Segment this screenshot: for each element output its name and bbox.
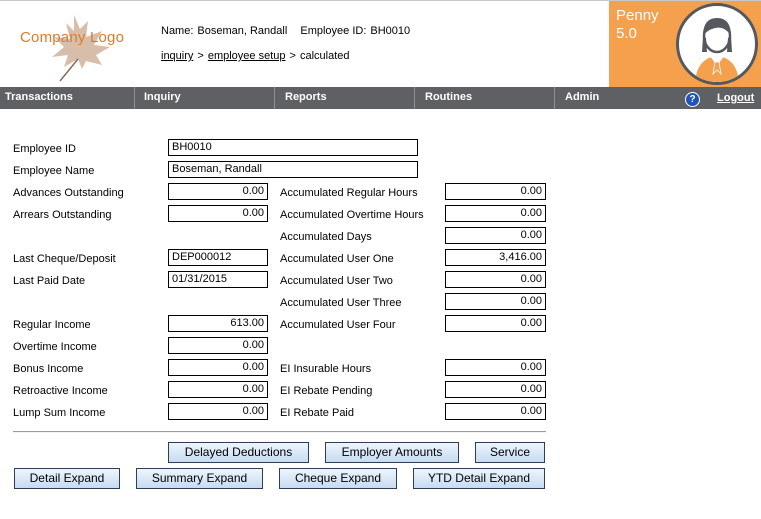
last-cheque-field[interactable]: DEP000012 <box>168 249 268 266</box>
bonus-income-label: Bonus Income <box>13 363 84 375</box>
retroactive-income-label: Retroactive Income <box>13 385 108 397</box>
logout-link[interactable]: Logout <box>717 87 754 109</box>
overtime-income-label: Overtime Income <box>13 341 97 353</box>
employee-id-label: Employee ID: <box>300 25 367 37</box>
name-label: Name: <box>161 25 194 37</box>
arrears-outstanding-field[interactable]: 0.00 <box>168 205 268 222</box>
acc-user-three-field[interactable]: 0.00 <box>445 293 546 310</box>
acc-user-one-field[interactable]: 3,416.00 <box>445 249 546 266</box>
acc-user-two-field[interactable]: 0.00 <box>445 271 546 288</box>
breadcrumb-separator: > <box>197 50 204 62</box>
delayed-deductions-button[interactable]: Delayed Deductions <box>168 442 309 463</box>
app-window: Company Logo Name: Boseman, Randall Emplo… <box>0 0 761 519</box>
arrears-outstanding-label: Arrears Outstanding <box>13 209 112 221</box>
employee-name-field[interactable]: Boseman, Randall <box>168 161 418 178</box>
nav-transactions[interactable]: Transactions <box>0 87 135 109</box>
employee-id-value: BH0010 <box>370 25 411 37</box>
page-header: Company Logo Name: Boseman, Randall Emplo… <box>0 0 761 87</box>
nav-admin[interactable]: Admin <box>560 87 660 109</box>
lump-sum-income-field[interactable]: 0.00 <box>168 403 268 420</box>
acc-user-four-label: Accumulated User Four <box>280 319 396 331</box>
company-logo: Company Logo <box>14 7 144 82</box>
acc-days-label: Accumulated Days <box>280 231 372 243</box>
retroactive-income-field[interactable]: 0.00 <box>168 381 268 398</box>
ei-insurable-hours-label: EI Insurable Hours <box>280 363 372 375</box>
regular-income-label: Regular Income <box>13 319 91 331</box>
app-name: Penny <box>616 7 659 24</box>
breadcrumb-employee-setup[interactable]: employee setup <box>208 50 286 62</box>
ytd-detail-expand-button[interactable]: YTD Detail Expand <box>413 468 545 489</box>
ei-rebate-pending-label: EI Rebate Pending <box>280 385 373 397</box>
nav-routines[interactable]: Routines <box>420 87 555 109</box>
acc-user-four-field[interactable]: 0.00 <box>445 315 546 332</box>
nav-inquiry[interactable]: Inquiry <box>139 87 275 109</box>
app-version: 5.0 <box>616 25 637 42</box>
lump-sum-income-label: Lump Sum Income <box>13 407 106 419</box>
breadcrumb-separator: > <box>289 50 296 62</box>
avatar[interactable] <box>676 3 758 85</box>
profile-panel: Penny 5.0 <box>609 1 761 87</box>
advances-outstanding-field[interactable]: 0.00 <box>168 183 268 200</box>
employee-name-label: Employee Name <box>13 165 95 177</box>
breadcrumb: inquiry > employee setup > calculated <box>161 50 350 62</box>
acc-overtime-hours-field[interactable]: 0.00 <box>445 205 546 222</box>
logo-text: Company Logo <box>20 29 125 46</box>
overtime-income-field[interactable]: 0.00 <box>168 337 268 354</box>
service-button[interactable]: Service <box>475 442 545 463</box>
cheque-expand-button[interactable]: Cheque Expand <box>279 468 397 489</box>
last-paid-date-label: Last Paid Date <box>13 275 86 287</box>
acc-user-three-label: Accumulated User Three <box>280 297 402 309</box>
user-info: Name: Boseman, Randall Employee ID: BH0010 <box>161 25 420 37</box>
employee-id-field[interactable]: BH0010 <box>168 139 418 156</box>
ei-rebate-paid-label: EI Rebate Paid <box>280 407 354 419</box>
nav-reports[interactable]: Reports <box>280 87 415 109</box>
breadcrumb-inquiry[interactable]: inquiry <box>161 50 193 62</box>
acc-user-two-label: Accumulated User Two <box>280 275 393 287</box>
regular-income-field[interactable]: 613.00 <box>168 315 268 332</box>
main-nav: Transactions Inquiry Reports Routines Ad… <box>0 87 761 109</box>
last-paid-date-field[interactable]: 01/31/2015 <box>168 271 268 288</box>
bonus-income-field[interactable]: 0.00 <box>168 359 268 376</box>
ei-insurable-hours-field[interactable]: 0.00 <box>445 359 546 376</box>
acc-regular-hours-field[interactable]: 0.00 <box>445 183 546 200</box>
acc-user-one-label: Accumulated User One <box>280 253 394 265</box>
last-cheque-label: Last Cheque/Deposit <box>13 253 116 265</box>
user-avatar-icon <box>695 18 739 82</box>
acc-regular-hours-label: Accumulated Regular Hours <box>280 187 418 199</box>
advances-outstanding-label: Advances Outstanding <box>13 187 124 199</box>
name-value: Boseman, Randall <box>197 25 288 37</box>
detail-expand-button[interactable]: Detail Expand <box>14 468 120 489</box>
divider <box>13 431 546 433</box>
app-branding: Penny 5.0 <box>616 7 659 43</box>
summary-expand-button[interactable]: Summary Expand <box>136 468 263 489</box>
acc-overtime-hours-label: Accumulated Overtime Hours <box>280 209 424 221</box>
acc-days-field[interactable]: 0.00 <box>445 227 546 244</box>
ei-rebate-pending-field[interactable]: 0.00 <box>445 381 546 398</box>
breadcrumb-current: calculated <box>299 50 350 62</box>
employee-id-label: Employee ID <box>13 143 76 155</box>
help-icon[interactable]: ? <box>685 92 700 107</box>
employer-amounts-button[interactable]: Employer Amounts <box>325 442 459 463</box>
ei-rebate-paid-field[interactable]: 0.00 <box>445 403 546 420</box>
